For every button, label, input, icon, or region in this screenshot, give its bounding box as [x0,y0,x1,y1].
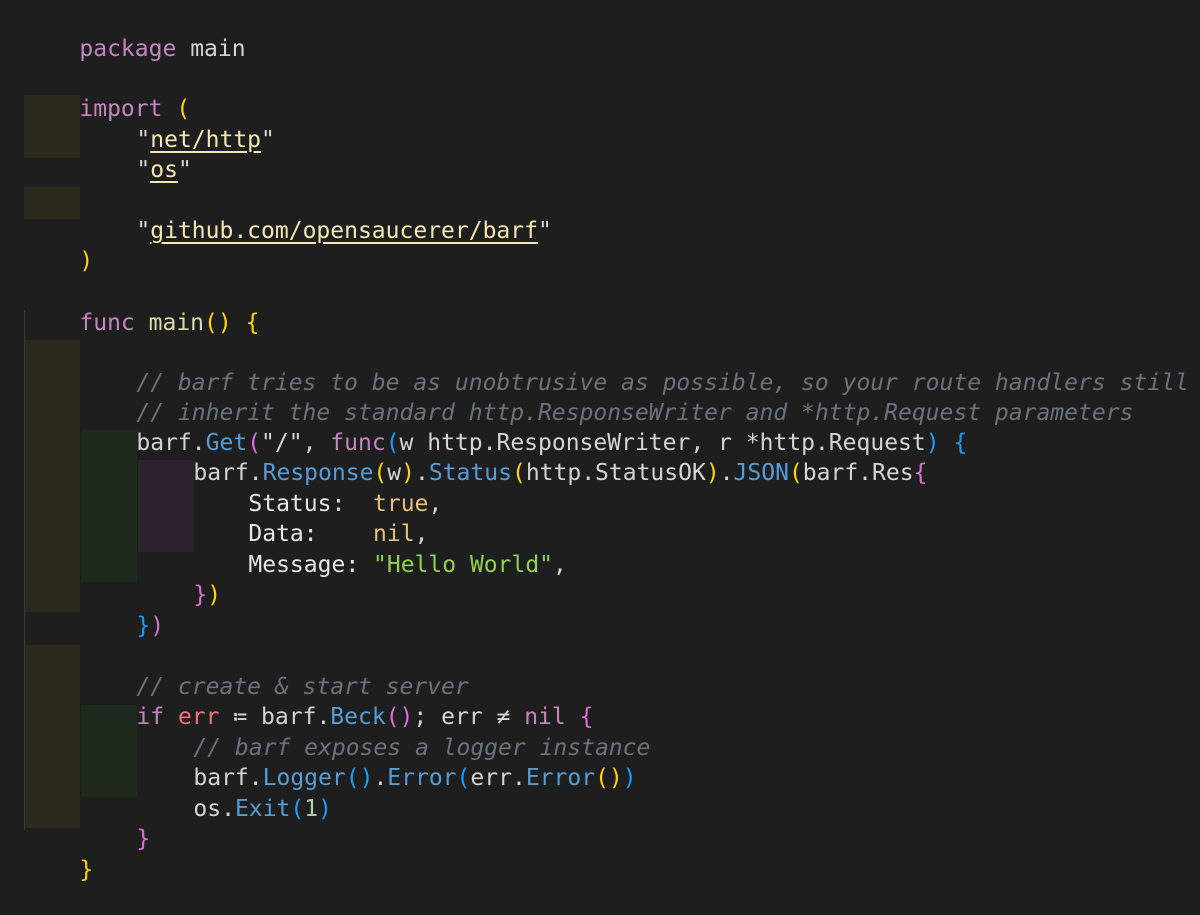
indent-guide-import-2 [24,187,80,219]
import-path-os[interactable]: os [150,157,178,183]
keyword-func: func [79,310,135,336]
func-name-main: main [148,310,205,336]
code-line-14[interactable]: barf.Get("/", func(w http.ResponseWriter… [81,398,967,456]
method-json: JSON [733,460,789,486]
package-name: main [190,36,246,62]
code-line-26[interactable]: os.Exit(1) [138,764,332,822]
code-line-20[interactable]: }) [81,581,164,639]
code-line-8[interactable]: ) [24,216,93,274]
code-line-1[interactable]: package main [24,4,245,62]
code-line-13[interactable]: // inherit the standard http.ResponseWri… [81,368,1133,426]
code-line-18[interactable]: Message: "Hello World", [193,520,567,578]
keyword-package: package [79,36,177,62]
code-line-3[interactable]: import ( [24,64,190,122]
paren-close: ) [79,248,94,274]
code-line-28[interactable]: } [24,825,93,883]
code-line-10[interactable]: func main() { [24,278,259,336]
code-line-16[interactable]: Status: true, [193,459,442,517]
indent-guide-main-2 [24,645,80,828]
method-error: Error [387,765,457,791]
brace-open: { [245,310,260,336]
code-line-12[interactable]: // barf tries to be as unobtrusive as po… [81,338,1188,396]
code-line-5[interactable]: "os" [81,125,191,183]
code-line-7[interactable]: "github.com/opensaucerer/barf" [81,186,551,244]
code-line-23[interactable]: if err ≔ barf.Beck(); err ≠ nil { [81,672,593,730]
string-hello-world: "Hello World" [373,552,554,578]
code-line-15[interactable]: barf.Response(w).Status(http.StatusOK).J… [138,428,927,486]
code-line-17[interactable]: Data: nil, [193,489,428,547]
code-line-25[interactable]: barf.Logger().Error(err.Error()) [138,733,636,791]
code-line-19[interactable]: }) [138,550,221,608]
code-line-27[interactable]: } [81,794,150,852]
code-editor[interactable]: package main import ( "net/http" "os" "g… [0,0,1200,883]
indent-guide-main [24,340,80,612]
indent-line-main [24,310,25,830]
method-exit: Exit [234,796,291,822]
code-line-4[interactable]: "net/http" [81,95,275,153]
code-line-22[interactable]: // create & start server [81,642,468,700]
code-line-24[interactable]: // barf exposes a logger instance [138,703,650,761]
import-path-barf[interactable]: github.com/opensaucerer/barf [150,218,538,244]
